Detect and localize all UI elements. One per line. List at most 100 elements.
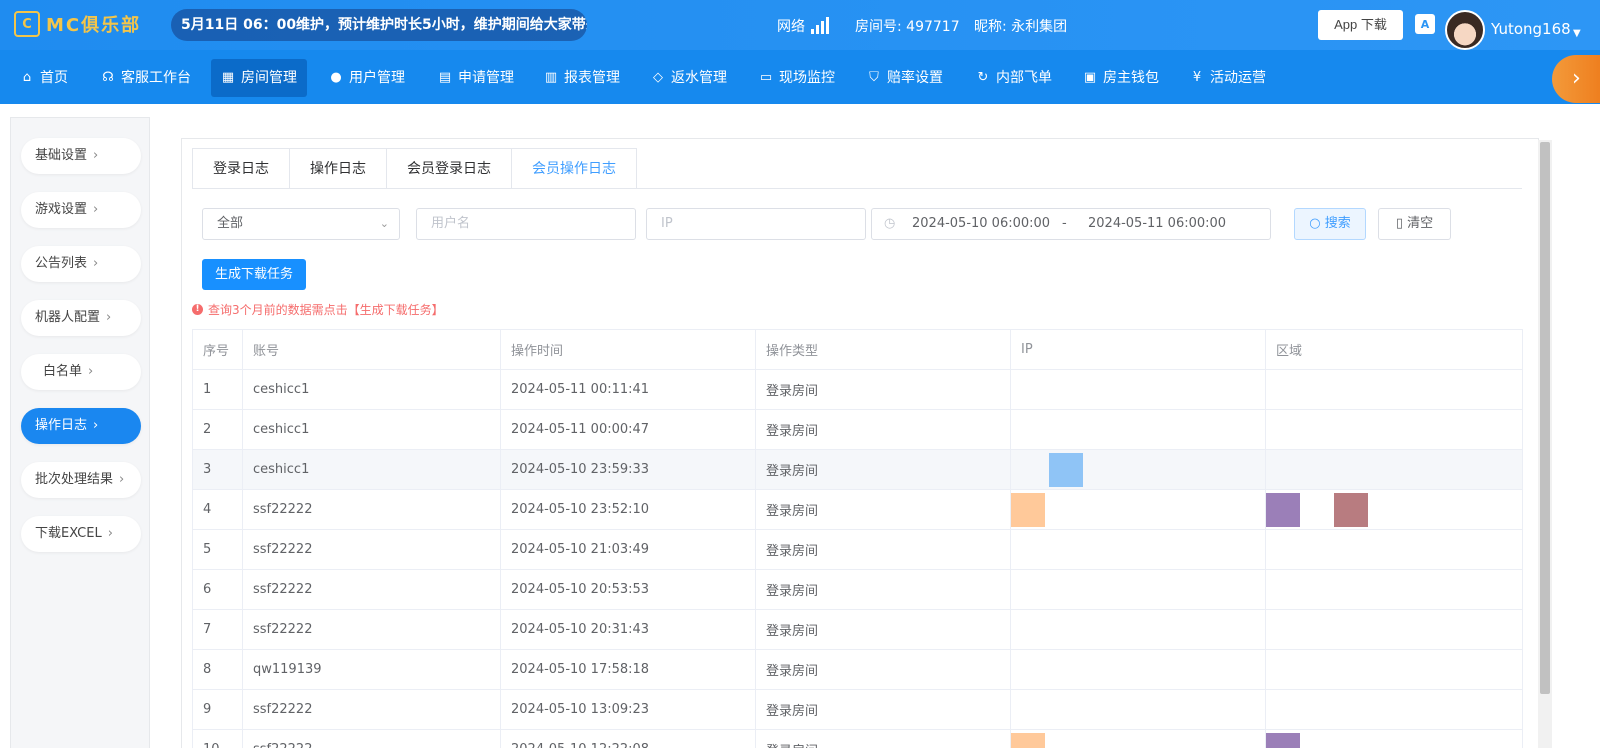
table-row[interactable]: 1 ceshicc1 2024-05-11 00:11:41 登录房间 bbox=[192, 369, 1523, 410]
cell-ip-redacted bbox=[1010, 369, 1266, 410]
search-button[interactable]: ○ 搜索 bbox=[1294, 208, 1366, 240]
sidebar-item-notice[interactable]: 公告列表 › bbox=[21, 246, 141, 282]
tab-login-log[interactable]: 登录日志 bbox=[193, 149, 290, 189]
nav-label: 返水管理 bbox=[671, 70, 727, 86]
logo-mark: C bbox=[14, 11, 40, 37]
ip-input[interactable]: IP bbox=[646, 208, 866, 240]
sidebar-item-label: 游戏设置 bbox=[35, 202, 88, 217]
date-end[interactable]: 2024-05-11 06:00:00 bbox=[1088, 209, 1226, 239]
sidebar-item-label: 基础设置 bbox=[35, 148, 88, 163]
translate-icon[interactable]: A bbox=[1415, 14, 1435, 34]
sidebar-item-label: 公告列表 bbox=[35, 256, 88, 271]
sidebar-item-oplog[interactable]: 操作日志 › bbox=[21, 408, 141, 444]
nav-more-button[interactable]: › bbox=[1552, 55, 1600, 103]
sidebar-item-basic[interactable]: 基础设置 › bbox=[21, 138, 141, 174]
cell-ip-redacted bbox=[1010, 649, 1266, 690]
clear-label: 清空 bbox=[1407, 216, 1434, 231]
nav-item-internal[interactable]: ↻ 内部飞单 bbox=[966, 59, 1062, 97]
signal-icon bbox=[811, 17, 829, 34]
table-row[interactable]: 5 ssf22222 2024-05-10 21:03:49 登录房间 bbox=[192, 529, 1523, 570]
nav-item-service[interactable]: ☊ 客服工作台 bbox=[91, 59, 201, 97]
nav-item-room[interactable]: ▦ 房间管理 bbox=[211, 59, 307, 97]
cell-region-redacted bbox=[1265, 609, 1523, 650]
sidebar-item-batch[interactable]: 批次处理结果 › bbox=[21, 462, 141, 498]
table-row[interactable]: 9 ssf22222 2024-05-10 13:09:23 登录房间 bbox=[192, 689, 1523, 730]
cell-region-redacted bbox=[1265, 649, 1523, 690]
tab-member-login-log[interactable]: 会员登录日志 bbox=[387, 149, 512, 189]
sidebar-item-label: 批次处理结果 bbox=[35, 472, 114, 487]
caret-down-icon[interactable]: ▼ bbox=[1573, 28, 1581, 39]
cell-ip-redacted bbox=[1010, 529, 1266, 570]
redaction-block bbox=[1011, 732, 1045, 748]
table-row[interactable]: 2 ceshicc1 2024-05-11 00:00:47 登录房间 bbox=[192, 409, 1523, 450]
nav-item-home[interactable]: ⌂ 首页 bbox=[10, 59, 78, 97]
avatar[interactable] bbox=[1445, 10, 1485, 50]
nav-item-odds[interactable]: ⛉ 赔率设置 bbox=[857, 59, 953, 97]
cell-type: 登录房间 bbox=[755, 569, 1011, 610]
cell-account: ssf22222 bbox=[242, 689, 501, 730]
cell-no: 8 bbox=[192, 649, 243, 690]
nav-label: 房主钱包 bbox=[1103, 70, 1159, 86]
nav-label: 活动运营 bbox=[1210, 70, 1266, 86]
sidebar-item-whitelist[interactable]: 白名单 › bbox=[21, 354, 141, 390]
chevron-right-icon: › bbox=[93, 148, 99, 163]
headset-icon: ☊ bbox=[102, 70, 114, 85]
tip-text: 查询3个月前的数据需点击【生成下载任务】 bbox=[208, 303, 444, 317]
sidebar-item-robot[interactable]: 机器人配置 › bbox=[21, 300, 141, 336]
cell-type: 登录房间 bbox=[755, 609, 1011, 650]
cell-no: 7 bbox=[192, 609, 243, 650]
nav-item-monitor[interactable]: ▭ 现场监控 bbox=[749, 59, 845, 97]
query-tip: ! 查询3个月前的数据需点击【生成下载任务】 bbox=[192, 301, 444, 318]
nav-item-wallet[interactable]: ▣ 房主钱包 bbox=[1073, 59, 1169, 97]
tab-operation-log[interactable]: 操作日志 bbox=[290, 149, 387, 189]
cell-time: 2024-05-10 13:09:23 bbox=[500, 689, 756, 730]
tabs-divider bbox=[192, 188, 1522, 189]
logo[interactable]: C MC俱乐部 bbox=[14, 11, 141, 37]
monitor-icon: ▭ bbox=[759, 70, 773, 85]
chevron-down-icon: ⌄ bbox=[379, 217, 389, 230]
date-range-picker[interactable]: ◷ 2024-05-10 06:00:00 - 2024-05-11 06:00… bbox=[871, 208, 1271, 240]
nickname: 昵称: 永利集团 bbox=[974, 19, 1068, 35]
sidebar-item-game[interactable]: 游戏设置 › bbox=[21, 192, 141, 228]
nav-item-apply[interactable]: ▤ 申请管理 bbox=[428, 59, 524, 97]
table-row[interactable]: 3 ceshicc1 2024-05-10 23:59:33 登录房间 bbox=[192, 449, 1523, 490]
redaction-block bbox=[1266, 732, 1300, 748]
username[interactable]: Yutong168 bbox=[1491, 20, 1571, 38]
date-start[interactable]: 2024-05-10 06:00:00 bbox=[912, 209, 1050, 239]
nav-item-report[interactable]: ▥ 报表管理 bbox=[534, 59, 630, 97]
date-separator: - bbox=[1062, 216, 1067, 231]
nav-item-rebate[interactable]: ◇ 返水管理 bbox=[641, 59, 737, 97]
cell-no: 10 bbox=[192, 729, 243, 748]
redaction-block bbox=[1049, 452, 1083, 487]
table-header-row: 序号 账号 操作时间 操作类型 IP 区域 bbox=[192, 329, 1523, 370]
table-row[interactable]: 6 ssf22222 2024-05-10 20:53:53 登录房间 bbox=[192, 569, 1523, 610]
sidebar-item-excel[interactable]: 下载EXCEL › bbox=[21, 516, 141, 552]
maintenance-notice: 5月11日 06：00维护，预计维护时长5小时，维护期间给大家带来的不便 bbox=[171, 9, 587, 41]
chevron-right-icon: › bbox=[88, 364, 94, 379]
cell-no: 9 bbox=[192, 689, 243, 730]
nav-label: 首页 bbox=[40, 70, 68, 86]
username-input[interactable]: 用户名 bbox=[416, 208, 636, 240]
generate-download-task-button[interactable]: 生成下载任务 bbox=[202, 259, 306, 290]
table-row[interactable]: 8 qw119139 2024-05-10 17:58:18 登录房间 bbox=[192, 649, 1523, 690]
nav-item-user[interactable]: ● 用户管理 bbox=[319, 59, 415, 97]
home-icon: ⌂ bbox=[22, 70, 32, 85]
table-row[interactable]: 4 ssf22222 2024-05-10 23:52:10 登录房间 bbox=[192, 489, 1523, 530]
tab-member-operation-log[interactable]: 会员操作日志 bbox=[512, 149, 636, 189]
table-row[interactable]: 7 ssf22222 2024-05-10 20:31:43 登录房间 bbox=[192, 609, 1523, 650]
sidebar-item-label: 操作日志 bbox=[35, 418, 88, 433]
cell-account: ssf22222 bbox=[242, 529, 501, 570]
clock-icon: ◷ bbox=[884, 216, 896, 231]
column-header: 区域 bbox=[1265, 329, 1523, 370]
column-header: 操作类型 bbox=[755, 329, 1011, 370]
scrollbar-thumb[interactable] bbox=[1540, 142, 1550, 694]
nav-item-activity[interactable]: ¥ 活动运营 bbox=[1180, 59, 1276, 97]
table-row[interactable]: 10 ssf22222 2024-05-10 12:22:08 登录房间 bbox=[192, 729, 1523, 748]
chevron-right-icon: › bbox=[119, 472, 125, 487]
cell-region-redacted bbox=[1265, 569, 1523, 610]
app-download-button[interactable]: App 下载 bbox=[1318, 10, 1403, 40]
type-select[interactable]: 全部 ⌄ bbox=[202, 208, 400, 240]
clear-button[interactable]: ▯ 清空 bbox=[1378, 208, 1451, 240]
cell-account: ceshicc1 bbox=[242, 409, 501, 450]
cell-time: 2024-05-10 20:53:53 bbox=[500, 569, 756, 610]
